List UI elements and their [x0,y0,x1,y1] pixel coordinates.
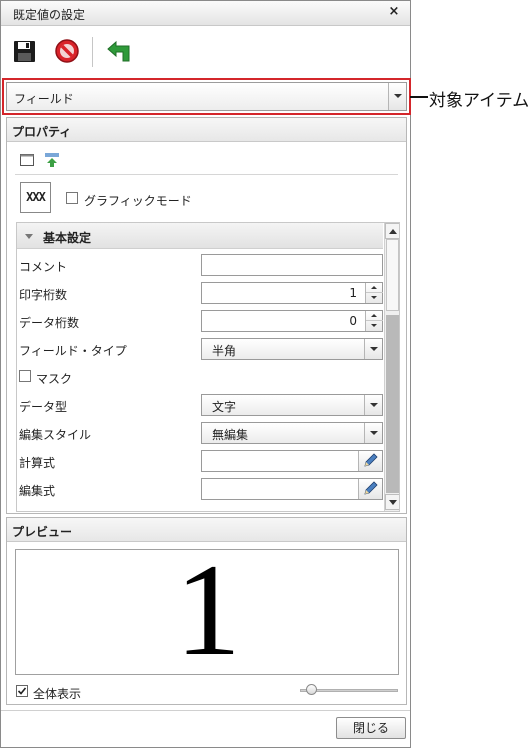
toolbar-separator [92,37,93,67]
chevron-down-icon[interactable] [364,423,382,443]
zoom-slider-thumb[interactable] [306,684,318,695]
show-all-checkbox[interactable] [16,685,28,697]
close-icon[interactable]: × [387,4,401,20]
data-digits-stepper[interactable]: 0 [201,310,383,332]
edit-style-label: 編集スタイル [19,428,92,442]
spin-buttons[interactable] [365,283,383,303]
graphic-mode-label: グラフィックモード [84,194,192,208]
mask-label: マスク [36,372,73,386]
field-type-label: フィールド・タイプ [19,344,127,358]
properties-header: プロパティ [7,118,406,142]
edit-style-dropdown[interactable]: 無編集 [201,422,383,444]
callout-target-item: 対象アイテム [429,91,530,111]
property-grid: 基本設定 コメント 印字桁数 1 データ桁数 0 フィールド・タイプ 半角 マス… [16,222,400,512]
chevron-down-icon[interactable] [364,339,382,359]
property-grid-scrollbar[interactable] [384,223,399,511]
scroll-track[interactable] [386,315,399,493]
field-type-value: 半角 [212,344,237,358]
data-type-dropdown[interactable]: 文字 [201,394,383,416]
comment-label: コメント [19,260,68,274]
sample-text-preview: XXX [20,182,51,213]
callout-line [410,96,428,98]
properties-panel: プロパティ XXX グラフィックモード 基本設定 コメント 印字桁数 1 データ… [6,117,407,514]
comment-input[interactable] [201,254,383,276]
data-type-value: 文字 [212,400,237,414]
preview-header: プレビュー [7,518,406,542]
preview-title: プレビュー [12,525,73,539]
print-digits-stepper[interactable]: 1 [201,282,383,304]
data-digits-value: 0 [349,314,357,328]
no-entry-icon[interactable] [53,37,81,65]
properties-title: プロパティ [12,125,72,139]
edit-expr-input[interactable] [201,478,383,500]
save-icon[interactable] [11,37,39,65]
dialog-title: 既定値の設定 [13,8,86,22]
section-basic-settings[interactable]: 基本設定 [17,223,383,249]
mask-checkbox[interactable] [19,370,31,382]
field-type-dropdown[interactable]: 半角 [201,338,383,360]
preview-canvas: 1 [15,549,399,675]
edit-expr-label: 編集式 [19,484,56,498]
scroll-down-icon[interactable] [385,494,399,510]
pencil-icon[interactable] [358,451,382,471]
graphic-mode-checkbox[interactable] [66,192,78,204]
preview-content: 1 [175,549,241,675]
preview-panel: プレビュー 1 全体表示 [6,517,407,705]
check-icon [17,687,27,695]
calc-expr-label: 計算式 [19,456,56,470]
data-digits-label: データ桁数 [19,316,80,330]
calc-expr-input[interactable] [201,450,383,472]
pencil-icon[interactable] [358,479,382,499]
footer-separator [1,710,410,711]
scroll-up-icon[interactable] [385,223,399,239]
window-icon[interactable] [19,152,35,168]
edit-style-value: 無編集 [212,428,249,442]
print-digits-label: 印字桁数 [19,288,68,302]
back-arrow-icon[interactable] [105,37,133,65]
properties-separator [15,174,398,175]
spin-buttons[interactable] [365,311,383,331]
scroll-thumb[interactable] [386,239,399,311]
collapse-triangle-icon[interactable] [25,234,33,239]
bring-up-icon[interactable] [44,152,60,168]
toolbar [1,27,410,75]
target-item-highlight [2,78,411,115]
close-button[interactable]: 閉じる [336,717,406,739]
default-settings-dialog: 既定値の設定 × フィールド プロパティ XXX グラフィックモード 基本設定 … [0,0,411,748]
data-type-label: データ型 [19,400,68,414]
chevron-down-icon[interactable] [364,395,382,415]
title-bar: 既定値の設定 × [1,1,410,26]
print-digits-value: 1 [349,286,357,300]
show-all-label: 全体表示 [33,687,82,701]
section-title: 基本設定 [43,231,92,245]
